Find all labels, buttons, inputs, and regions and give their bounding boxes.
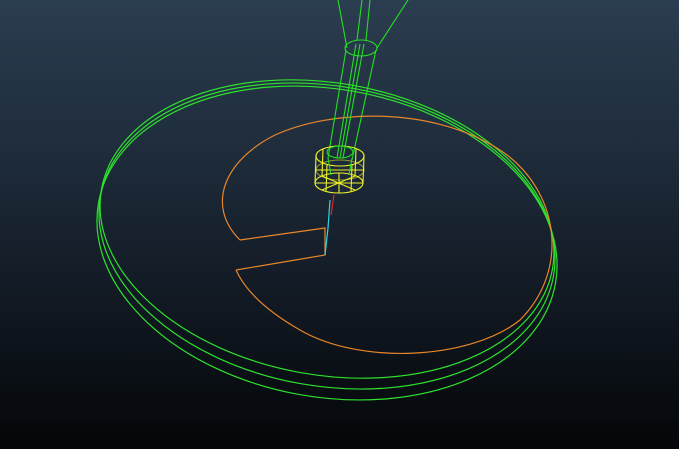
holder-line-1: [337, 0, 348, 49]
tool-holder[interactable]: [327, 0, 409, 161]
lead-in-move: [324, 199, 331, 256]
lead-moves: [324, 194, 335, 256]
disc-outer-edge: [96, 85, 558, 401]
holder-collar: [344, 39, 378, 57]
toolpath[interactable]: [221, 115, 553, 354]
disc-top-edge: [99, 79, 555, 379]
holder-line-3: [356, 0, 363, 41]
toolpath-slot: [235, 227, 326, 271]
holder-line-2: [376, 0, 409, 49]
plunge-move: [330, 194, 335, 216]
cad-3d-viewport[interactable]: [0, 0, 679, 449]
toolpath-arc: [221, 115, 553, 354]
wireframe-scene: [96, 0, 558, 401]
cutter-head[interactable]: [314, 145, 365, 194]
holder-line-4: [365, 0, 371, 41]
shank-center-3: [339, 43, 361, 159]
